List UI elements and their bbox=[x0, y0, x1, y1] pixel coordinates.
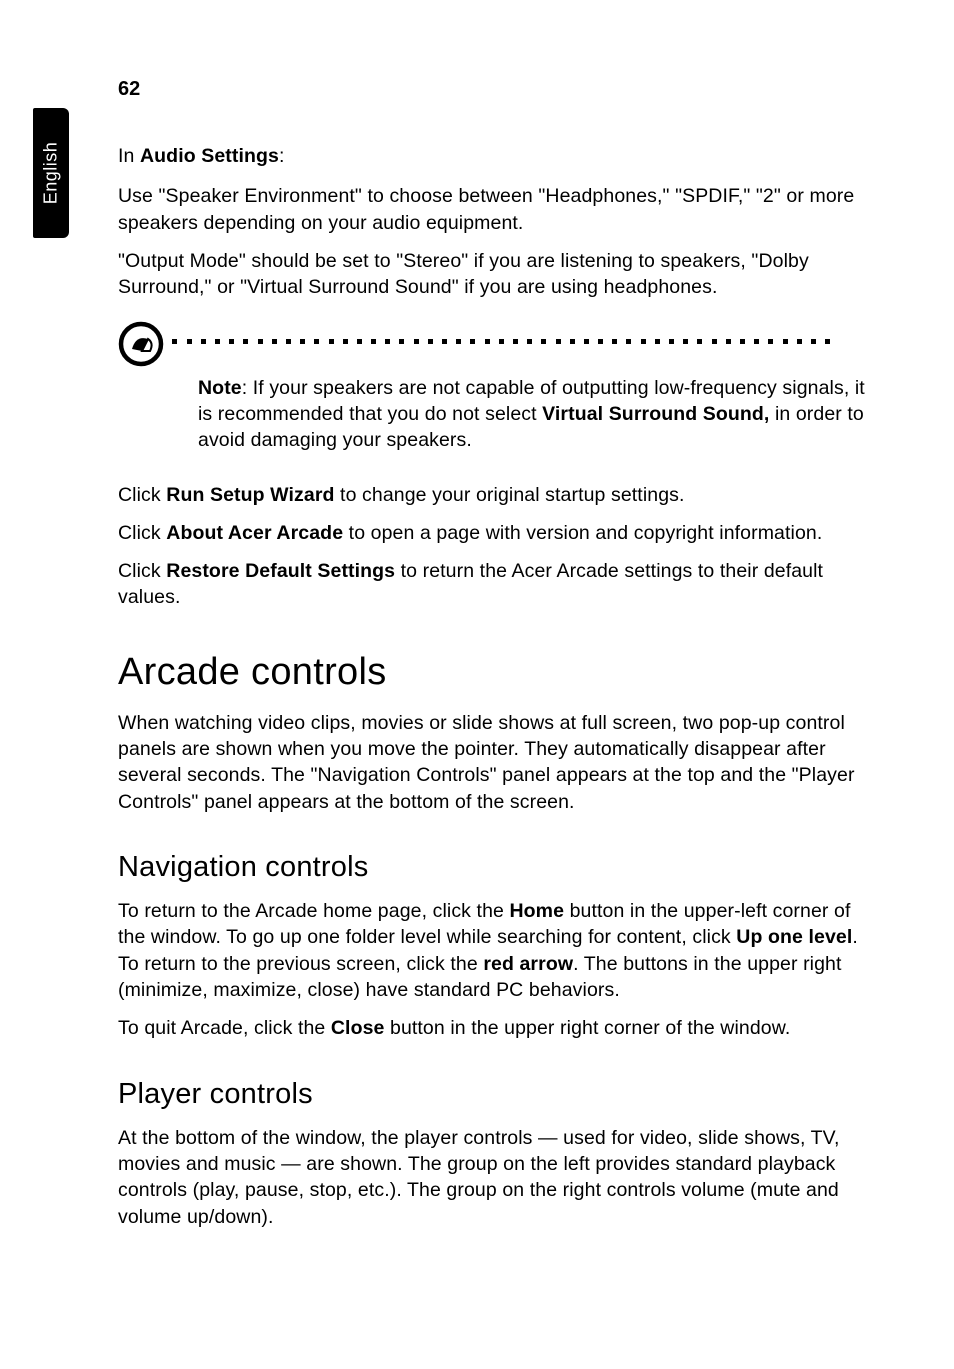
heading-navigation-controls: Navigation controls bbox=[118, 851, 878, 884]
language-tab-label: English bbox=[41, 142, 62, 205]
paragraph-quit-arcade: To quit Arcade, click the Close button i… bbox=[118, 1015, 878, 1041]
note-block: Note: If your speakers are not capable o… bbox=[118, 321, 878, 454]
note-text: Note: If your speakers are not capable o… bbox=[198, 375, 878, 454]
paragraph-player-controls: At the bottom of the window, the player … bbox=[118, 1125, 878, 1230]
heading-arcade-controls: Arcade controls bbox=[118, 651, 878, 694]
paragraph-restore-defaults: Click Restore Default Settings to return… bbox=[118, 558, 878, 611]
paragraph-audio-settings-intro: In Audio Settings: bbox=[118, 143, 878, 169]
paragraph-speaker-environment: Use "Speaker Environment" to choose betw… bbox=[118, 183, 878, 236]
language-tab: English bbox=[33, 108, 69, 238]
paragraph-about-arcade: Click About Acer Arcade to open a page w… bbox=[118, 520, 878, 546]
note-dots bbox=[172, 331, 839, 349]
heading-player-controls: Player controls bbox=[118, 1078, 878, 1111]
page-number: 62 bbox=[118, 78, 878, 101]
paragraph-arcade-controls-desc: When watching video clips, movies or sli… bbox=[118, 710, 878, 815]
paragraph-run-setup: Click Run Setup Wizard to change your or… bbox=[118, 482, 878, 508]
paragraph-navigation-controls: To return to the Arcade home page, click… bbox=[118, 898, 878, 1003]
paragraph-output-mode: "Output Mode" should be set to "Stereo" … bbox=[118, 248, 878, 301]
note-icon bbox=[118, 321, 164, 367]
